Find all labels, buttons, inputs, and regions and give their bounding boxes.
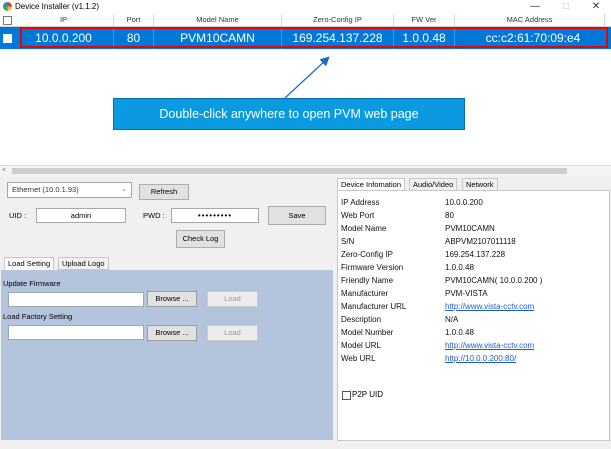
info-label: Manufacturer URL [341, 302, 407, 311]
save-button[interactable]: Save [268, 206, 326, 225]
window-title: Device Installer (v1.1.2) [15, 2, 100, 11]
model-url-link[interactable]: http://www.vista-cctv.com [445, 341, 534, 350]
load-setting-panel: Update Firmware Browse ... Load Load Fac… [1, 270, 333, 440]
minimize-button[interactable]: — [520, 0, 550, 14]
browse-factory-button[interactable]: Browse ... [147, 325, 197, 341]
uid-label: UID : [9, 211, 27, 220]
tab-upload-logo[interactable]: Upload Logo [58, 257, 109, 270]
info-value: 80 [445, 211, 454, 220]
info-label: Web Port [341, 211, 375, 220]
device-information-panel: IP Address 10.0.0.200 Web Port 80 Model … [337, 190, 610, 441]
check-log-button[interactable]: Check Log [176, 230, 225, 248]
callout-note: Double-click anywhere to open PVM web pa… [113, 98, 465, 130]
column-header-model-name[interactable]: Model Name [154, 14, 282, 26]
close-button[interactable]: ✕ [581, 0, 611, 14]
factory-path-input[interactable] [8, 325, 144, 340]
p2p-uid-checkbox[interactable] [342, 391, 351, 400]
info-label: S/N [341, 237, 355, 246]
info-label: IP Address [341, 198, 380, 207]
column-header-fw-ver[interactable]: FW Ver [394, 14, 455, 26]
load-firmware-button[interactable]: Load [207, 291, 258, 307]
info-label: Friendly Name [341, 276, 394, 285]
info-label: Firmware Version [341, 263, 404, 272]
network-adapter-select[interactable]: Ethernet (10.0.1.93) ⌄ [7, 182, 132, 198]
info-label: Model URL [341, 341, 382, 350]
update-firmware-label: Update Firmware [3, 279, 61, 288]
info-value: 1.0.0.48 [445, 263, 474, 272]
maximize-button[interactable]: □ [551, 0, 581, 14]
column-header-ip[interactable]: IP [14, 14, 114, 26]
tab-load-setting[interactable]: Load Setting [4, 257, 55, 270]
info-value: PVM10CAMN [445, 224, 495, 233]
row-highlight-box [20, 27, 608, 48]
info-value: 1.0.0.48 [445, 328, 474, 337]
select-all-checkbox[interactable] [3, 16, 12, 25]
info-label: Web URL [341, 354, 376, 363]
info-label: Model Name [341, 224, 387, 233]
info-label: Model Number [341, 328, 394, 337]
pwd-label: PWD : [143, 211, 165, 220]
browse-firmware-button[interactable]: Browse ... [147, 291, 197, 307]
scroll-left-icon[interactable]: < [2, 166, 6, 176]
column-header-mac-address[interactable]: MAC Address [455, 14, 605, 26]
info-value: PVM-VISTA [445, 289, 488, 298]
row-checkbox[interactable] [3, 34, 12, 43]
info-label: Manufacturer [341, 289, 389, 298]
device-table-header: IP Port Model Name Zero-Config IP FW Ver… [0, 14, 611, 27]
app-icon [3, 2, 12, 11]
title-bar: Device Installer (v1.1.2) — □ ✕ [0, 0, 611, 14]
manufacturer-url-link[interactable]: http://www.vista-cctv.com [445, 302, 534, 311]
password-input[interactable]: ••••••••• [171, 208, 259, 223]
info-value: 10.0.0.200 [445, 198, 483, 207]
load-factory-setting-label: Load Factory Setting [3, 312, 73, 321]
load-factory-button[interactable]: Load [207, 325, 258, 341]
network-adapter-value: Ethernet (10.0.1.93) [12, 185, 79, 194]
refresh-button[interactable]: Refresh [139, 184, 189, 200]
horizontal-scrollbar[interactable]: < [0, 165, 611, 176]
scrollbar-thumb[interactable] [12, 168, 567, 174]
p2p-uid-label: P2P UID [352, 390, 383, 399]
chevron-down-icon: ⌄ [121, 186, 127, 193]
column-header-port[interactable]: Port [114, 14, 154, 26]
info-value: PVM10CAMN( 10.0.0.200 ) [445, 276, 543, 285]
info-label: Zero-Config IP [341, 250, 394, 259]
info-value: 169.254.137.228 [445, 250, 506, 259]
uid-input[interactable]: admin [36, 208, 126, 223]
column-header-zero-config-ip[interactable]: Zero-Config IP [282, 14, 394, 26]
firmware-path-input[interactable] [8, 292, 144, 307]
info-label: Description [341, 315, 382, 324]
info-value: N/A [445, 315, 459, 324]
web-url-link[interactable]: http://10.0.0.200:80/ [445, 354, 516, 363]
info-value: ABPVM2107011118 [445, 237, 516, 246]
